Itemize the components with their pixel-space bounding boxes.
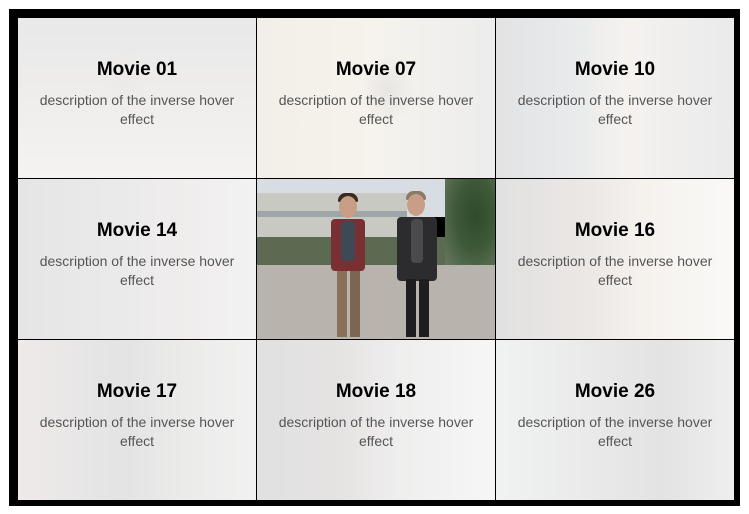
tile-caption: Movie 26 description of the inverse hove… xyxy=(496,380,734,451)
movie-description: description of the inverse hover effect xyxy=(517,92,713,127)
movie-title: Movie 01 xyxy=(96,59,178,80)
movie-tile-hovered[interactable] xyxy=(257,179,495,339)
scene-tree xyxy=(445,179,495,269)
tile-caption: Movie 18 description of the inverse hove… xyxy=(257,380,495,451)
movie-title: Movie 17 xyxy=(96,381,178,402)
movie-still-image xyxy=(257,179,495,339)
movie-description: description of the inverse hover effect xyxy=(39,92,235,127)
tile-caption: Movie 17 description of the inverse hove… xyxy=(18,380,256,451)
tile-caption: Movie 07 description of the inverse hove… xyxy=(257,58,495,129)
movie-tile[interactable]: Movie 14 description of the inverse hove… xyxy=(18,179,256,339)
movie-description: description of the inverse hover effect xyxy=(278,414,474,449)
movie-title: Movie 07 xyxy=(335,59,417,80)
movie-title: Movie 10 xyxy=(574,59,656,80)
movie-title: Movie 16 xyxy=(574,220,656,241)
scene-ground xyxy=(257,265,495,339)
movie-tile[interactable]: Movie 07 description of the inverse hove… xyxy=(257,18,495,178)
movie-tile[interactable]: Movie 10 description of the inverse hove… xyxy=(496,18,734,178)
movie-tile[interactable]: Movie 01 description of the inverse hove… xyxy=(18,18,256,178)
movie-tile[interactable]: Movie 26 description of the inverse hove… xyxy=(496,340,734,500)
tile-caption: Movie 01 description of the inverse hove… xyxy=(18,58,256,129)
movie-description: description of the inverse hover effect xyxy=(517,253,713,288)
movie-description: description of the inverse hover effect xyxy=(517,414,713,449)
movie-description: description of the inverse hover effect xyxy=(278,92,474,127)
gallery-frame: Movie 01 description of the inverse hove… xyxy=(9,9,740,506)
movie-title: Movie 18 xyxy=(335,381,417,402)
tile-caption: Movie 10 description of the inverse hove… xyxy=(496,58,734,129)
movie-grid: Movie 01 description of the inverse hove… xyxy=(18,18,734,500)
movie-title: Movie 14 xyxy=(96,220,178,241)
tile-caption: Movie 14 description of the inverse hove… xyxy=(18,219,256,290)
movie-tile[interactable]: Movie 18 description of the inverse hove… xyxy=(257,340,495,500)
movie-description: description of the inverse hover effect xyxy=(39,253,235,288)
movie-title: Movie 26 xyxy=(574,381,656,402)
movie-tile[interactable]: Movie 16 description of the inverse hove… xyxy=(496,179,734,339)
scene-building-windows xyxy=(257,211,407,217)
tile-caption: Movie 16 description of the inverse hove… xyxy=(496,219,734,290)
movie-tile[interactable]: Movie 17 description of the inverse hove… xyxy=(18,340,256,500)
movie-description: description of the inverse hover effect xyxy=(39,414,235,449)
